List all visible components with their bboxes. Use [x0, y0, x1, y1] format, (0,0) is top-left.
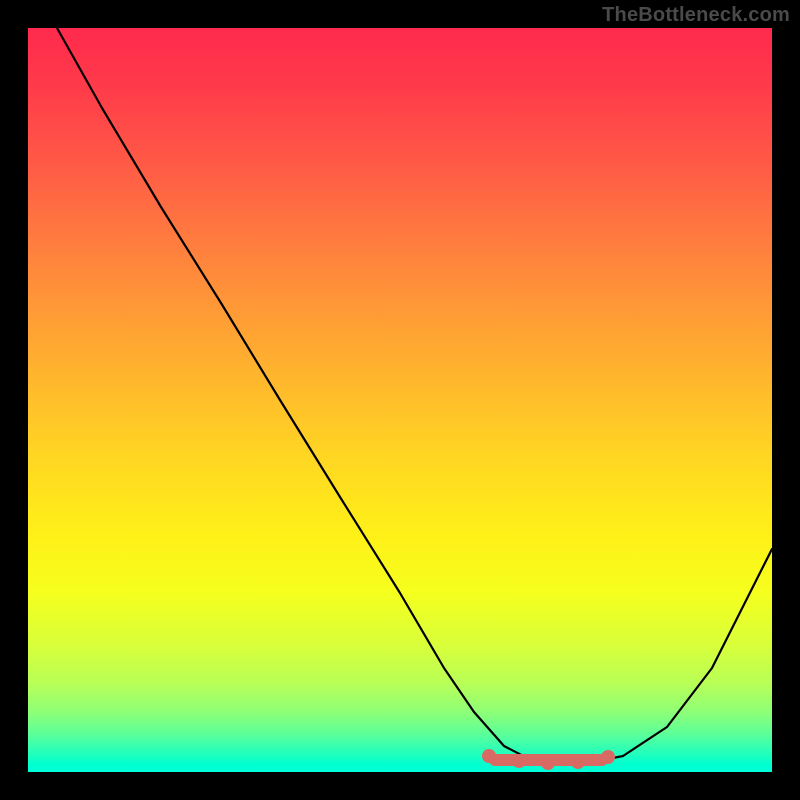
plot-area [28, 28, 772, 772]
bottleneck-curve [57, 28, 772, 763]
watermark-text: TheBottleneck.com [602, 4, 790, 27]
chart-frame: TheBottleneck.com [0, 0, 800, 800]
marker-band [489, 754, 608, 766]
optimal-range-markers [482, 749, 615, 770]
curve-svg [28, 28, 772, 772]
